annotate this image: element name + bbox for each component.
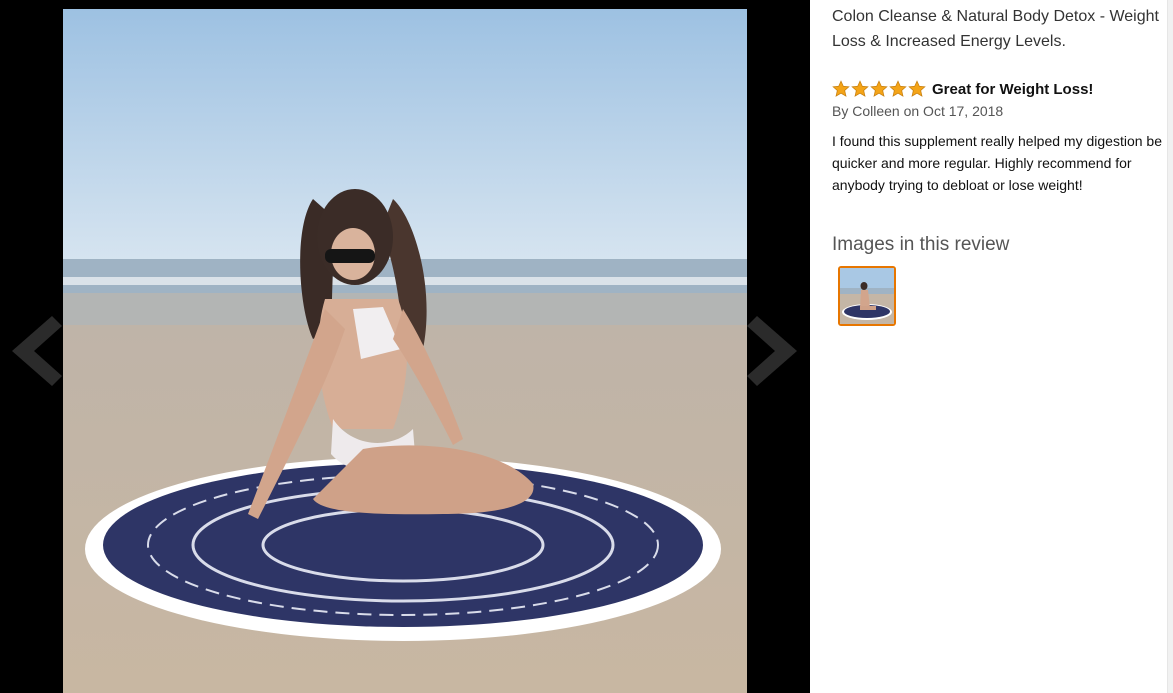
scrollbar[interactable] (1167, 0, 1173, 693)
chevron-left-icon (12, 316, 62, 386)
images-heading: Images in this review (832, 234, 1010, 255)
review-image-thumbnail[interactable] (838, 266, 896, 326)
review-body: I found this supplement really helped my… (832, 133, 1162, 193)
star-icon (908, 80, 926, 97)
image-viewer (0, 0, 810, 693)
star-icon (832, 80, 850, 97)
review-byline: By Colleen on Oct 17, 2018 (832, 103, 1004, 119)
review-title: Great for Weight Loss! (932, 80, 1094, 98)
rating-row: Great for Weight Loss! (832, 78, 1093, 100)
review-panel: Colon Cleanse & Natural Body Detox - Wei… (810, 0, 1173, 693)
star-icon (870, 80, 888, 97)
star-icon (851, 80, 869, 97)
chevron-right-icon (747, 316, 797, 386)
product-title[interactable]: Colon Cleanse & Natural Body Detox - Wei… (832, 4, 1162, 54)
next-image-button[interactable] (747, 316, 799, 386)
previous-image-button[interactable] (10, 316, 62, 386)
star-rating (832, 80, 927, 98)
star-icon (889, 80, 907, 97)
review-photo (63, 9, 747, 693)
